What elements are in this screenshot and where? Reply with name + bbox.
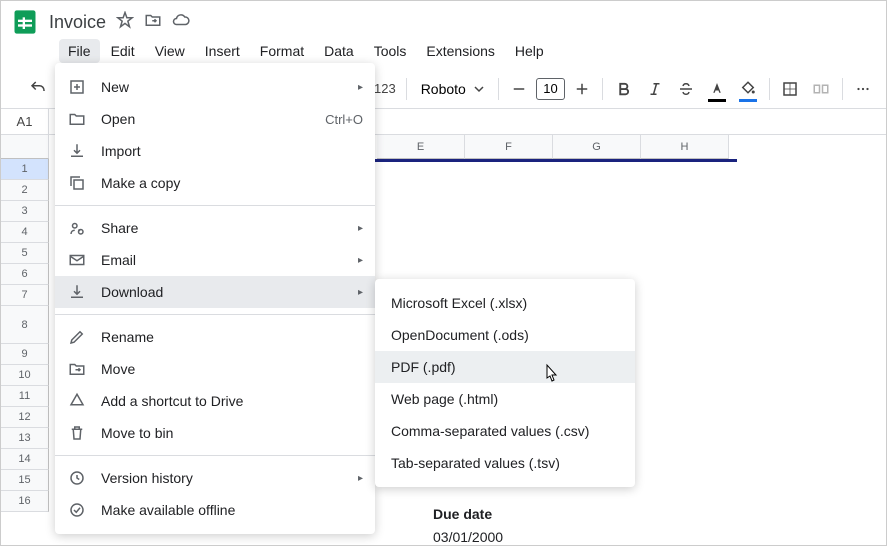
bold-button[interactable] [609,74,638,104]
column-headers[interactable]: EFGH [377,135,729,159]
row-header[interactable]: 12 [1,407,49,428]
column-header[interactable]: F [465,135,553,159]
menu-item-email[interactable]: Email▸ [55,244,375,276]
move-icon [67,359,87,379]
row-header[interactable]: 15 [1,470,49,491]
star-icon[interactable] [116,11,134,34]
offline-icon [67,500,87,520]
menu-item-make-copy[interactable]: Make a copy [55,167,375,199]
row-header[interactable]: 9 [1,344,49,365]
row-header[interactable]: 3 [1,201,49,222]
cloud-status-icon[interactable] [172,11,190,34]
download-ods[interactable]: OpenDocument (.ods) [375,319,635,351]
download-csv[interactable]: Comma-separated values (.csv) [375,415,635,447]
download-xlsx[interactable]: Microsoft Excel (.xlsx) [375,287,635,319]
column-header[interactable]: H [641,135,729,159]
menu-item-version-history[interactable]: Version history▸ [55,462,375,494]
column-header[interactable]: G [553,135,641,159]
row-header[interactable]: 8 [1,306,49,344]
download-icon [67,282,87,302]
download-tsv[interactable]: Tab-separated values (.tsv) [375,447,635,479]
menu-extensions[interactable]: Extensions [417,39,503,63]
row-header[interactable]: 1 [1,159,49,180]
menu-item-add-shortcut[interactable]: Add a shortcut to Drive [55,385,375,417]
row-header[interactable]: 14 [1,449,49,470]
import-icon [67,141,87,161]
move-folder-icon[interactable] [144,11,162,34]
menu-item-move[interactable]: Move [55,353,375,385]
row-header[interactable]: 7 [1,285,49,306]
increase-font-size-button[interactable] [567,74,596,104]
new-icon [67,77,87,97]
row-header[interactable]: 5 [1,243,49,264]
decrease-font-size-button[interactable] [505,74,534,104]
email-icon [67,250,87,270]
fill-color-button[interactable] [734,74,763,104]
download-pdf[interactable]: PDF (.pdf) [375,351,635,383]
drive-shortcut-icon [67,391,87,411]
menu-item-move-to-bin[interactable]: Move to bin [55,417,375,449]
document-title[interactable]: Invoice [49,12,106,33]
row-header[interactable]: 4 [1,222,49,243]
row-header[interactable]: 13 [1,428,49,449]
cursor-pointer-icon [541,363,561,390]
menu-file[interactable]: File [59,39,100,63]
download-submenu: Microsoft Excel (.xlsx) OpenDocument (.o… [375,279,635,487]
menu-view[interactable]: View [146,39,194,63]
menu-item-download[interactable]: Download▸ [55,276,375,308]
trash-icon [67,423,87,443]
undo-button[interactable] [29,79,47,102]
row-header[interactable]: 2 [1,180,49,201]
borders-button[interactable] [776,74,805,104]
strikethrough-button[interactable] [671,74,700,104]
download-html[interactable]: Web page (.html) [375,383,635,415]
cell-due-date-label[interactable]: Due date [433,506,492,522]
folder-open-icon [67,109,87,129]
italic-button[interactable] [640,74,669,104]
cell-due-date-value[interactable]: 03/01/2000 [433,529,503,545]
menu-data[interactable]: Data [315,39,363,63]
font-size-input[interactable]: 10 [536,78,565,100]
select-all-corner[interactable] [1,135,49,159]
history-icon [67,468,87,488]
copy-icon [67,173,87,193]
menu-item-offline[interactable]: Make available offline [55,494,375,526]
menu-edit[interactable]: Edit [102,39,144,63]
share-icon [67,218,87,238]
sheets-logo-icon[interactable] [11,4,39,40]
row-header[interactable]: 6 [1,264,49,285]
chevron-down-icon [474,84,484,94]
menu-help[interactable]: Help [506,39,553,63]
row-header[interactable]: 11 [1,386,49,407]
menu-format[interactable]: Format [251,39,313,63]
file-menu-dropdown: New▸ OpenCtrl+O Import Make a copy Share… [55,63,375,534]
title-bar: Invoice [1,1,886,37]
row-header[interactable]: 10 [1,365,49,386]
menu-item-open[interactable]: OpenCtrl+O [55,103,375,135]
rename-icon [67,327,87,347]
menu-item-rename[interactable]: Rename [55,321,375,353]
text-color-button[interactable] [703,74,732,104]
merge-cells-button[interactable] [807,74,836,104]
menu-tools[interactable]: Tools [365,39,416,63]
menu-bar: File Edit View Insert Format Data Tools … [1,37,886,65]
menu-item-import[interactable]: Import [55,135,375,167]
name-box[interactable]: A1 [1,109,49,134]
menu-item-new[interactable]: New▸ [55,71,375,103]
menu-item-share[interactable]: Share▸ [55,212,375,244]
menu-insert[interactable]: Insert [196,39,249,63]
font-family-select[interactable]: Roboto [413,75,492,103]
more-toolbar-button[interactable] [849,74,878,104]
row-header[interactable]: 16 [1,491,49,512]
column-header[interactable]: E [377,135,465,159]
